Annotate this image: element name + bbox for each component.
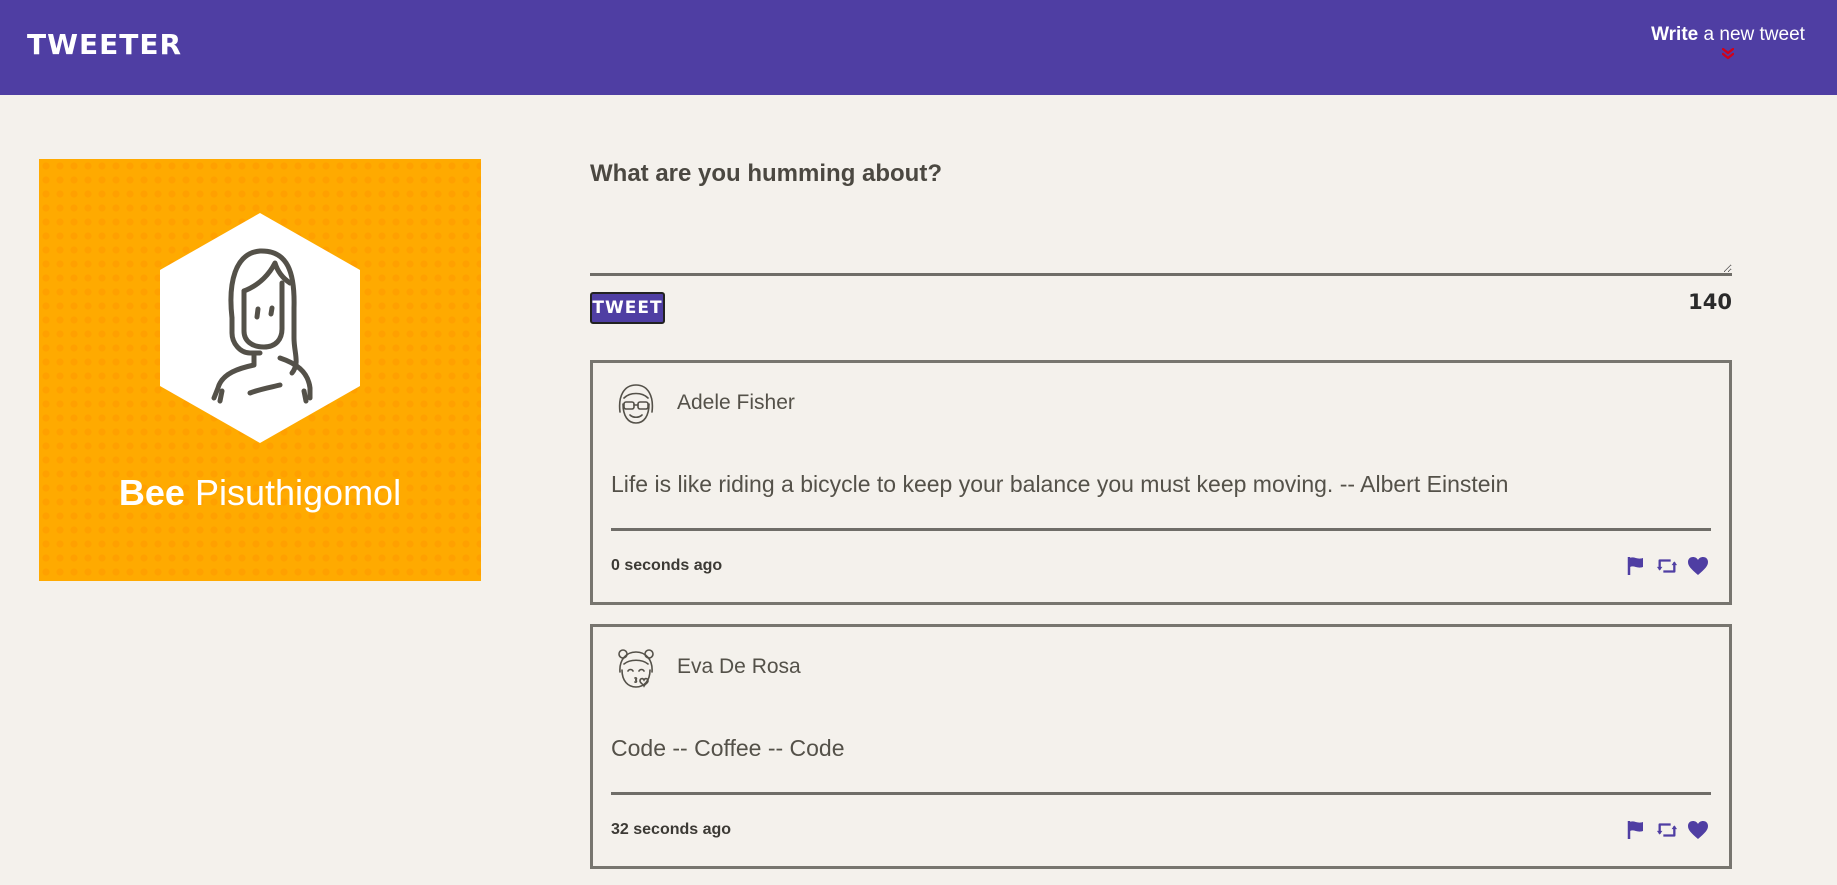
top-nav: TWEETER Write a new tweet: [0, 0, 1837, 95]
flag-icon[interactable]: [1625, 555, 1647, 577]
compose-link-text: a new tweet: [1698, 24, 1805, 45]
tweet-card: Eva De Rosa Code -- Coffee -- Code 32 se…: [590, 624, 1732, 869]
tweet-card: Adele Fisher Life is like riding a bicyc…: [590, 360, 1732, 605]
tweet-timestamp: 32 seconds ago: [611, 821, 732, 838]
tweet-divider: [611, 528, 1711, 531]
profile-card: Bee Pisuthigomol: [39, 159, 481, 581]
tweet-author[interactable]: Adele Fisher: [677, 391, 795, 415]
woman-kiss-avatar-icon: [618, 649, 654, 688]
tweet-divider: [611, 792, 1711, 795]
tweet-actions: [1625, 555, 1709, 577]
tweet-timestamp: 0 seconds ago: [611, 557, 723, 574]
profile-last-name: Pisuthigomol: [194, 472, 402, 513]
tweet-text: Code -- Coffee -- Code: [611, 735, 845, 761]
write-new-tweet-link[interactable]: Write a new tweet: [1648, 24, 1808, 62]
char-counter: 140: [1688, 290, 1732, 314]
compose-link-bold: Write: [1651, 24, 1699, 45]
retweet-icon[interactable]: [1656, 555, 1678, 577]
tweet-author[interactable]: Eva De Rosa: [677, 655, 801, 679]
profile-name: Bee Pisuthigomol: [39, 472, 481, 514]
heart-icon[interactable]: [1687, 819, 1709, 841]
tweet-button[interactable]: TWEET: [590, 292, 665, 324]
heart-icon[interactable]: [1687, 555, 1709, 577]
profile-first-name: Bee: [118, 472, 185, 513]
tweet-text: Life is like riding a bicycle to keep yo…: [611, 471, 1509, 497]
woman-avatar-icon: [160, 213, 360, 443]
tweet-textarea[interactable]: [590, 196, 1732, 276]
woman-sunglasses-avatar-icon: [618, 384, 654, 424]
tweet-actions: [1625, 819, 1709, 841]
flag-icon[interactable]: [1625, 819, 1647, 841]
double-chevron-down-icon[interactable]: [1648, 47, 1808, 62]
brand-logo[interactable]: TWEETER: [27, 28, 182, 61]
compose-prompt: What are you humming about?: [590, 160, 942, 187]
retweet-icon[interactable]: [1656, 819, 1678, 841]
